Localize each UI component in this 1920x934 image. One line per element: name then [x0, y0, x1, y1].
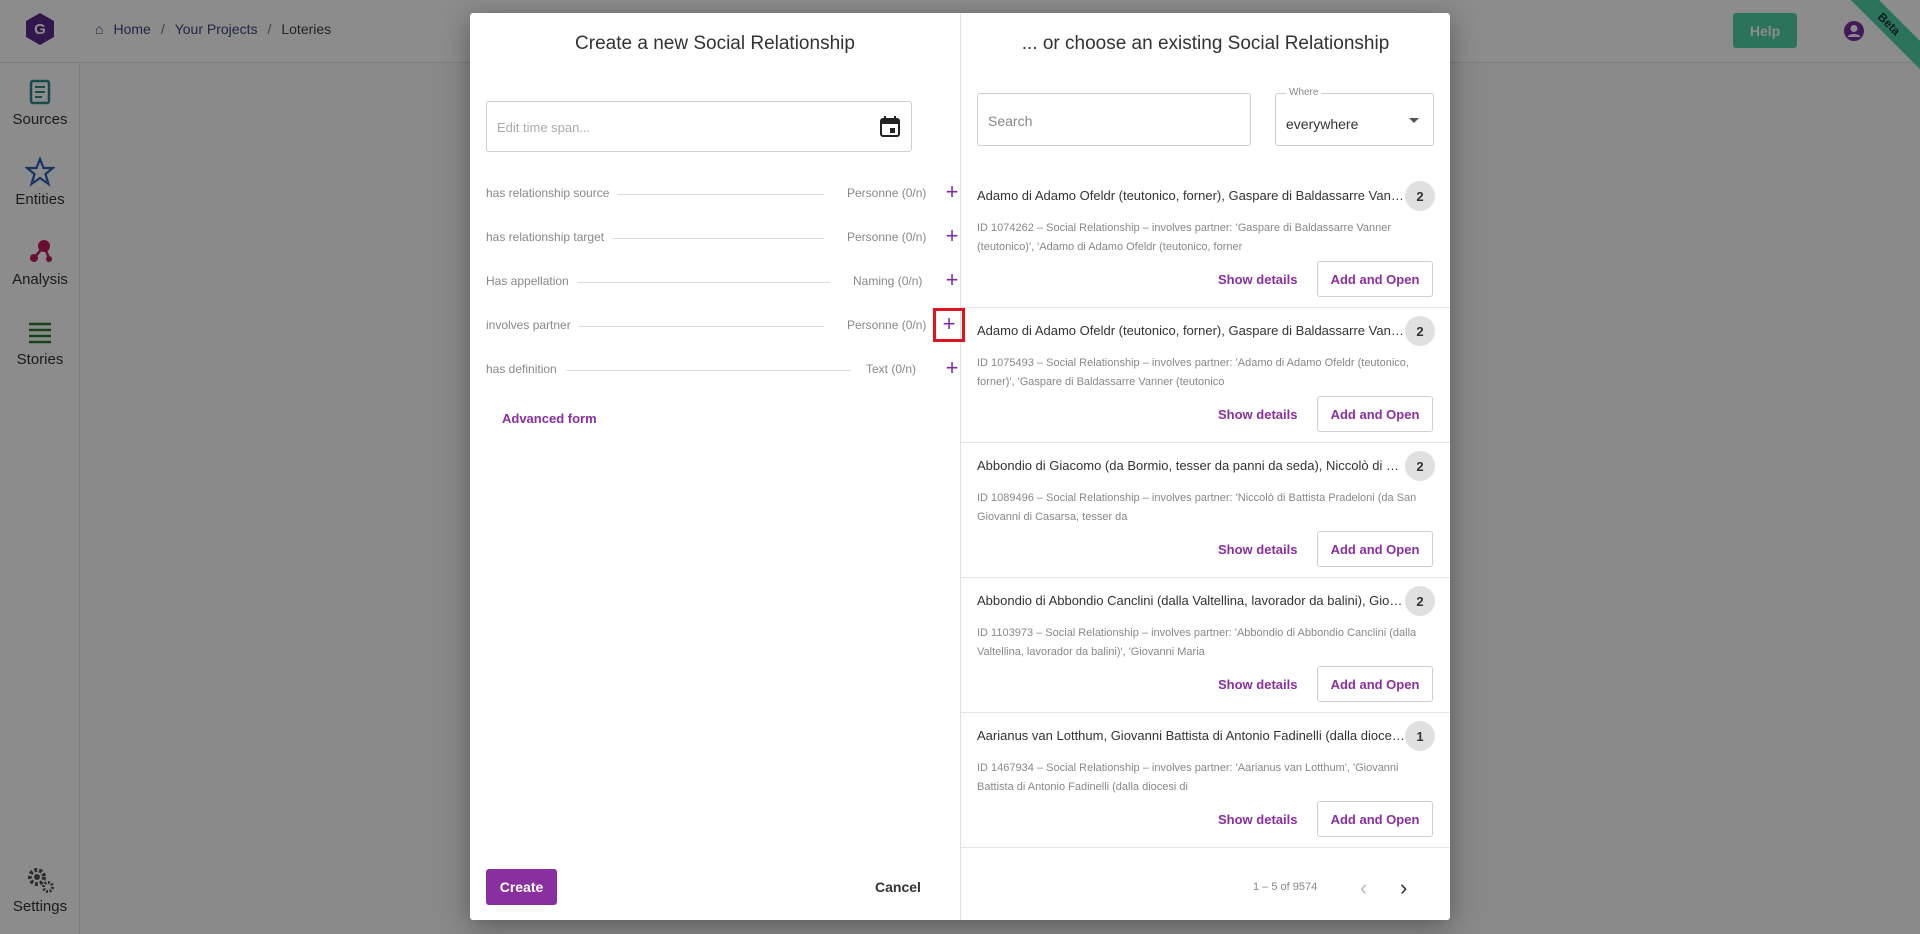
dropdown-arrow-icon: [1409, 118, 1419, 123]
chevron-left-icon[interactable]: ‹: [1360, 875, 1367, 901]
field-type: Personne (0/n): [839, 230, 927, 244]
add-plus-icon[interactable]: +: [941, 181, 963, 204]
cancel-button[interactable]: Cancel: [875, 879, 921, 895]
field-line: [566, 370, 851, 371]
chevron-right-icon[interactable]: ›: [1400, 875, 1407, 901]
field-line: [603, 238, 824, 239]
field-type: Text (0/n): [858, 362, 917, 376]
result-description: ID 1103973 – Social Relationship – invol…: [977, 627, 1417, 658]
where-value: everywhere: [1286, 116, 1359, 132]
result-title: Abbondio di Giacomo (da Bormio, tesser d…: [977, 458, 1407, 473]
add-and-open-button[interactable]: Add and Open: [1317, 531, 1433, 567]
show-details-button[interactable]: Show details: [1218, 812, 1297, 827]
field-line: [606, 194, 824, 195]
add-involves-partner-plus-icon[interactable]: +: [933, 308, 965, 342]
show-details-button[interactable]: Show details: [1218, 542, 1297, 557]
calendar-icon[interactable]: [880, 115, 900, 137]
field-line: [576, 282, 830, 283]
field-line: [574, 326, 824, 327]
result-title: Adamo di Adamo Ofeldr (teutonico, forner…: [977, 323, 1407, 338]
field-has-relationship-source: has relationship source Personne (0/n) +: [486, 181, 958, 204]
list-item: Adamo di Adamo Ofeldr (teutonico, forner…: [961, 173, 1450, 308]
field-has-appellation: Has appellation Naming (0/n) +: [486, 269, 958, 292]
field-involves-partner: involves partner Personne (0/n) +: [486, 308, 965, 342]
result-title: Aarianus van Lotthum, Giovanni Battista …: [977, 728, 1407, 743]
choose-existing-title: ... or choose an existing Social Relatio…: [1021, 33, 1390, 54]
field-label: has definition: [486, 362, 565, 376]
list-item: Abbondio di Abbondio Canclini (dalla Val…: [961, 578, 1450, 713]
result-title: Abbondio di Abbondio Canclini (dalla Val…: [977, 593, 1407, 608]
add-plus-icon[interactable]: +: [941, 269, 963, 292]
advanced-form-link[interactable]: Advanced form: [502, 411, 597, 426]
show-details-button[interactable]: Show details: [1218, 677, 1297, 692]
count-badge: 2: [1405, 316, 1435, 346]
where-label: Where: [1286, 87, 1322, 98]
field-has-relationship-target: has relationship target Personne (0/n) +: [486, 225, 958, 248]
timespan-placeholder: Edit time span...: [497, 120, 591, 135]
field-type: Personne (0/n): [839, 186, 927, 200]
where-select[interactable]: Where everywhere: [1275, 87, 1434, 146]
field-type: Personne (0/n): [839, 318, 927, 332]
add-and-open-button[interactable]: Add and Open: [1317, 666, 1433, 702]
add-plus-icon[interactable]: +: [941, 225, 963, 248]
timespan-field[interactable]: Edit time span...: [486, 101, 912, 152]
list-item: Adamo di Adamo Ofeldr (teutonico, forner…: [961, 308, 1450, 443]
create-title: Create a new Social Relationship: [575, 33, 855, 54]
count-badge: 2: [1405, 586, 1435, 616]
create-relationship-dialog: Create a new Social Relationship ... or …: [470, 13, 1450, 920]
add-and-open-button[interactable]: Add and Open: [1317, 261, 1433, 297]
field-has-definition: has definition Text (0/n) +: [486, 357, 958, 380]
show-details-button[interactable]: Show details: [1218, 272, 1297, 287]
pagination-range: 1 – 5 of 9574: [1253, 881, 1318, 893]
search-placeholder: Search: [988, 113, 1033, 129]
add-and-open-button[interactable]: Add and Open: [1317, 801, 1433, 837]
add-plus-icon[interactable]: +: [941, 357, 963, 380]
field-label: Has appellation: [486, 274, 577, 288]
field-type: Naming (0/n): [845, 274, 923, 288]
create-button[interactable]: Create: [486, 869, 557, 905]
result-title: Adamo di Adamo Ofeldr (teutonico, forner…: [977, 188, 1407, 203]
result-description: ID 1467934 – Social Relationship – invol…: [977, 762, 1399, 793]
field-label: has relationship target: [486, 230, 613, 244]
list-item: Aarianus van Lotthum, Giovanni Battista …: [961, 713, 1450, 848]
add-and-open-button[interactable]: Add and Open: [1317, 396, 1433, 432]
field-label: involves partner: [486, 318, 579, 332]
result-description: ID 1089496 – Social Relationship – invol…: [977, 492, 1417, 523]
field-label: has relationship source: [486, 186, 618, 200]
count-badge: 1: [1405, 721, 1435, 751]
search-input[interactable]: Search: [977, 93, 1251, 146]
show-details-button[interactable]: Show details: [1218, 407, 1297, 422]
result-description: ID 1074262 – Social Relationship – invol…: [977, 222, 1392, 253]
count-badge: 2: [1405, 181, 1435, 211]
result-description: ID 1075493 – Social Relationship – invol…: [977, 357, 1409, 388]
count-badge: 2: [1405, 451, 1435, 481]
list-item: Abbondio di Giacomo (da Bormio, tesser d…: [961, 443, 1450, 578]
